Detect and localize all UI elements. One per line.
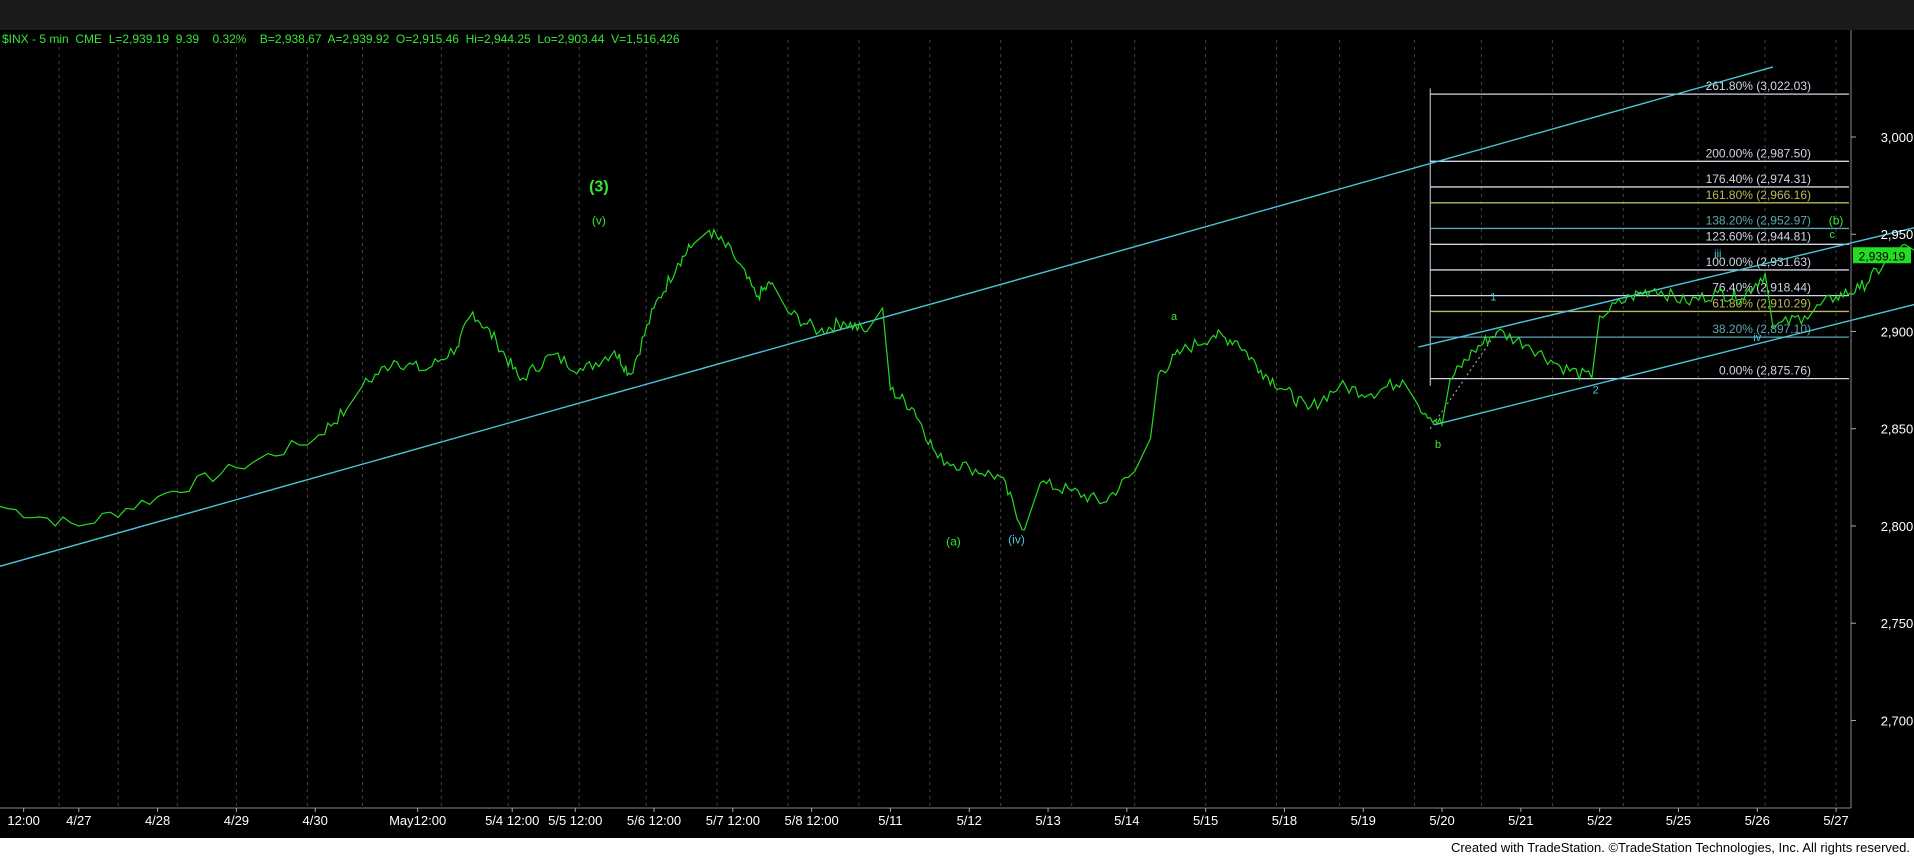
wave-label: iii — [1714, 249, 1721, 261]
wave-label: iv — [1753, 332, 1761, 344]
fib-level-label: 176.40% (2,974.31) — [1706, 172, 1811, 186]
copyright-footer: Created with TradeStation. ©TradeStation… — [0, 838, 1914, 856]
x-tick-label: 4/27 — [66, 813, 91, 828]
y-tick-label: 2,850.00 — [1881, 422, 1914, 437]
x-tick-label: 5/15 — [1193, 813, 1218, 828]
last-price-tag: 2,939.19 — [1853, 247, 1911, 264]
x-tick-label: 5/22 — [1587, 813, 1612, 828]
fib-level-label: 76.40% (2,918.44) — [1712, 281, 1811, 295]
copyright-text: Created with TradeStation. ©TradeStation… — [1450, 840, 1910, 855]
x-tick-label: 4/28 — [145, 813, 170, 828]
y-tick-label: 2,900.00 — [1881, 324, 1914, 339]
x-tick-label: 5/21 — [1508, 813, 1533, 828]
fib-level-label: 0.00% (2,875.76) — [1719, 364, 1811, 378]
fib-level-label: 200.00% (2,987.50) — [1706, 146, 1811, 160]
wave-label: (a) — [946, 534, 961, 548]
x-tick-label: 5/11 — [878, 813, 902, 828]
fib-level-label: 138.20% (2,952.97) — [1706, 213, 1811, 227]
fib-level-label: 161.80% (2,966.16) — [1706, 188, 1811, 202]
x-tick-label: 5/26 — [1745, 813, 1770, 828]
price-chart[interactable]: 261.80% (3,022.03)200.00% (2,987.50)176.… — [0, 30, 1914, 838]
x-tick-label: 12:00 — [7, 813, 40, 828]
window-top-bar — [0, 0, 1914, 30]
x-tick-label: 5/13 — [1035, 813, 1060, 828]
last-price-label: 2,939.19 — [1859, 249, 1906, 263]
chart-background — [0, 30, 1914, 838]
x-tick-label: 5/5 12:00 — [548, 813, 602, 828]
wave-label: (v) — [592, 214, 606, 228]
x-tick-label: 5/19 — [1351, 813, 1376, 828]
x-tick-label: 5/20 — [1429, 813, 1454, 828]
wave-label: c — [1829, 229, 1835, 241]
wave-label: b — [1435, 439, 1441, 451]
y-tick-label: 2,750.00 — [1881, 616, 1914, 631]
wave-label: 2 — [1593, 385, 1599, 397]
y-tick-label: 2,800.00 — [1881, 519, 1914, 534]
x-tick-label: 5/14 — [1114, 813, 1139, 828]
x-tick-label: 5/12 — [957, 813, 982, 828]
wave-label: (iv) — [1008, 532, 1025, 546]
x-tick-label: 4/30 — [303, 813, 328, 828]
x-tick-label: 5/8 12:00 — [785, 813, 839, 828]
x-tick-label: 5/4 12:00 — [485, 813, 539, 828]
x-tick-label: 5/18 — [1272, 813, 1297, 828]
y-tick-label: 3,000.00 — [1881, 130, 1914, 145]
x-tick-label: 4/29 — [224, 813, 249, 828]
y-tick-label: 2,700.00 — [1881, 713, 1914, 728]
wave-label: (3) — [589, 178, 609, 195]
wave-label: 1 — [1490, 291, 1496, 303]
x-tick-label: May12:00 — [389, 813, 446, 828]
x-tick-label: 5/6 12:00 — [627, 813, 681, 828]
quote-header: $INX - 5 min CME L=2,939.19 9.39 0.32% B… — [2, 32, 680, 46]
fib-level-label: 123.60% (2,944.81) — [1706, 229, 1811, 243]
x-tick-label: 5/25 — [1666, 813, 1691, 828]
x-tick-label: 5/7 12:00 — [706, 813, 760, 828]
wave-label: a — [1171, 311, 1178, 323]
wave-label: (b) — [1829, 214, 1844, 228]
x-tick-label: 5/27 — [1823, 813, 1848, 828]
y-tick-label: 2,950.00 — [1881, 227, 1914, 242]
fib-level-label: 61.80% (2,910.29) — [1712, 296, 1811, 310]
